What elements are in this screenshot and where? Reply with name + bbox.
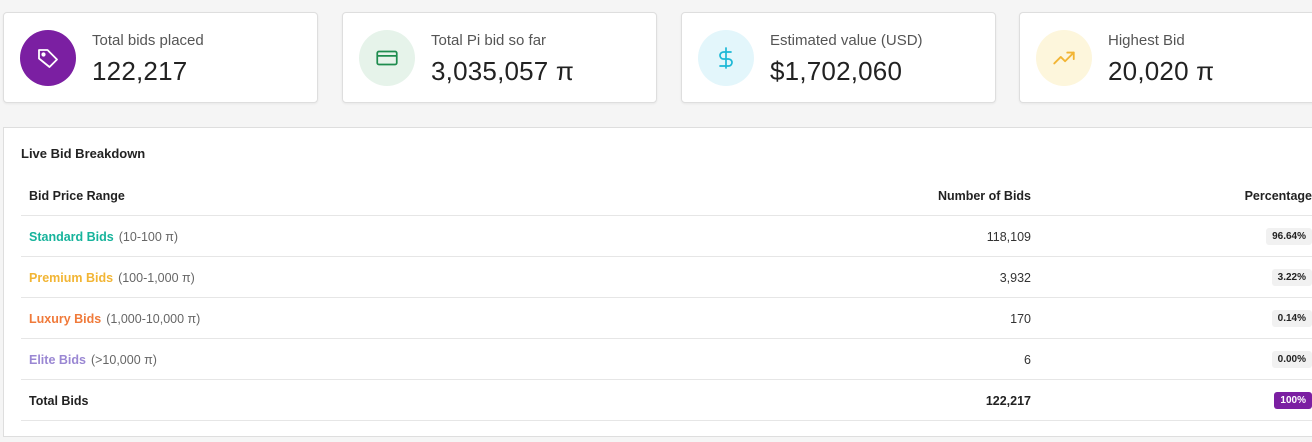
header-range: Bid Price Range (29, 189, 125, 203)
total-count: 122,217 (985, 394, 1031, 408)
stat-label: Estimated value (USD) (770, 32, 923, 49)
percentage-badge: 0.00% (1271, 351, 1312, 368)
stat-label: Highest Bid (1108, 32, 1185, 49)
tier-name: Elite Bids (29, 353, 86, 367)
credit-card-icon (359, 30, 415, 86)
tier-range: (1,000-10,000 π) (106, 312, 201, 326)
tier-range: (100-1,000 π) (118, 271, 195, 285)
total-label: Total Bids (29, 394, 89, 408)
percentage-badge: 96.64% (1266, 228, 1312, 245)
trending-up-icon (1036, 30, 1092, 86)
tier-name: Premium Bids (29, 271, 114, 285)
tier-range: (>10,000 π) (90, 353, 157, 367)
table-total-row: Total Bids 122,217 100% (21, 380, 1312, 421)
table-header: Bid Price Range Number of Bids Percentag… (21, 174, 1312, 216)
stat-value: $1,702,060 (770, 56, 903, 86)
tag-icon (20, 30, 76, 86)
stat-label: Total Pi bid so far (431, 32, 547, 49)
table-row: Elite Bids (>10,000 π) 6 0.00% (21, 339, 1312, 380)
panel-title: Live Bid Breakdown (21, 146, 146, 161)
table-row: Premium Bids (100-1,000 π) 3,932 3.22% (21, 257, 1312, 298)
stat-card-highest-bid: Highest Bid 20,020 π (1019, 12, 1312, 103)
stat-label: Total bids placed (92, 32, 204, 49)
bid-count: 6 (1024, 353, 1031, 367)
stat-value: 20,020 π (1108, 56, 1215, 86)
bid-count: 118,109 (986, 230, 1031, 244)
tier-range: (10-100 π) (118, 230, 179, 244)
percentage-badge: 3.22% (1271, 269, 1312, 286)
table-row: Luxury Bids (1,000-10,000 π) 170 0.14% (21, 298, 1312, 339)
stat-card-total-bids: Total bids placed 122,217 (3, 12, 318, 103)
stat-card-estimated-value: Estimated value (USD) $1,702,060 (681, 12, 996, 103)
stats-cards: Total bids placed 122,217 Total Pi bid s… (3, 12, 1312, 103)
dollar-icon (698, 30, 754, 86)
header-count: Number of Bids (937, 189, 1031, 203)
total-percentage-badge: 100% (1274, 392, 1312, 409)
bid-breakdown-panel: Live Bid Breakdown Bid Price Range Numbe… (3, 127, 1312, 437)
bid-breakdown-table: Bid Price Range Number of Bids Percentag… (21, 174, 1312, 421)
tier-name: Standard Bids (29, 230, 114, 244)
table-row: Standard Bids (10-100 π) 118,109 96.64% (21, 216, 1312, 257)
stat-value: 3,035,057 π (431, 56, 575, 86)
stat-card-total-pi: Total Pi bid so far 3,035,057 π (342, 12, 657, 103)
tier-name: Luxury Bids (29, 312, 102, 326)
header-percentage: Percentage (1244, 189, 1312, 203)
bid-count: 170 (1010, 312, 1031, 326)
percentage-badge: 0.14% (1271, 310, 1312, 327)
bid-count: 3,932 (999, 271, 1031, 285)
stat-value: 122,217 (92, 56, 188, 86)
